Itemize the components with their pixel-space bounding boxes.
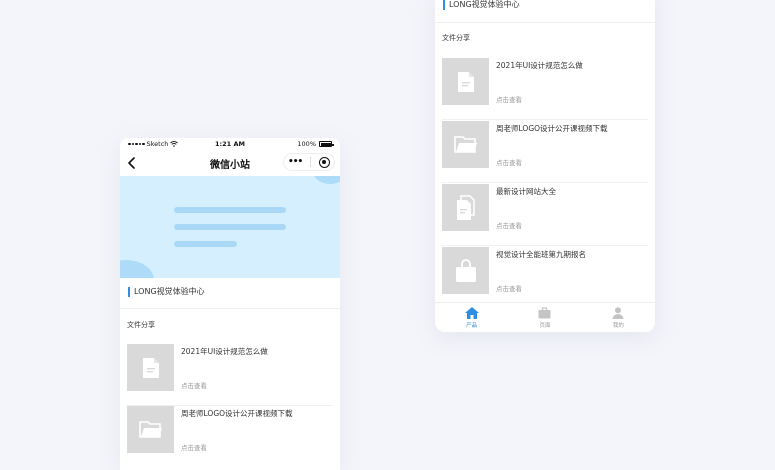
briefcase-icon bbox=[538, 307, 551, 319]
list-item[interactable]: 视觉设计全能班第九期报名 点击查看 bbox=[442, 247, 648, 309]
user-icon bbox=[612, 307, 624, 319]
list-item[interactable]: 2021年UI设计规范怎么做 点击查看 bbox=[442, 58, 648, 120]
list-item[interactable]: 2021年UI设计规范怎么做 点击查看 bbox=[127, 344, 333, 406]
view-link[interactable]: 点击查看 bbox=[181, 380, 207, 390]
tab-mine[interactable]: 我的 bbox=[582, 303, 655, 332]
tab-products[interactable]: 产品 bbox=[435, 303, 508, 332]
thumbnail bbox=[127, 344, 174, 391]
list-item[interactable]: 最新设计网站大全 点击查看 bbox=[442, 184, 648, 246]
divider bbox=[435, 22, 655, 23]
battery-label: 100% bbox=[297, 140, 316, 148]
view-link[interactable]: 点击查看 bbox=[496, 220, 522, 230]
battery: 100% bbox=[297, 140, 334, 148]
document-icon bbox=[457, 71, 474, 92]
phone-screen-left: Sketch 1:21 AM 100% 微信小站 ••• LONG视觉体验中心 … bbox=[120, 138, 340, 470]
bag-icon bbox=[455, 258, 476, 282]
item-title: 2021年UI设计规范怎么做 bbox=[496, 61, 583, 70]
section-title: LONG视觉体验中心 bbox=[128, 287, 205, 297]
files-heading: 文件分享 bbox=[127, 321, 155, 329]
view-link[interactable]: 点击查看 bbox=[496, 283, 522, 293]
folder-icon bbox=[138, 421, 162, 438]
more-dots-icon[interactable]: ••• bbox=[288, 157, 303, 167]
thumbnail bbox=[442, 247, 489, 294]
tab-pages[interactable]: 页面 bbox=[508, 303, 581, 332]
item-title: 最新设计网站大全 bbox=[496, 187, 556, 196]
thumbnail bbox=[442, 58, 489, 105]
thumbnail bbox=[127, 406, 174, 453]
divider bbox=[120, 308, 340, 309]
view-link[interactable]: 点击查看 bbox=[496, 94, 522, 104]
phone-screen-right: LONG视觉体验中心 文件分享 2021年UI设计规范怎么做 点击查看 周老师L… bbox=[435, 0, 655, 332]
divider bbox=[442, 119, 648, 120]
banner-decoration bbox=[120, 260, 154, 278]
list-item[interactable]: 周老师LOGO设计公开课视频下载 点击查看 bbox=[442, 121, 648, 183]
folder-icon bbox=[453, 136, 477, 153]
view-link[interactable]: 点击查看 bbox=[496, 157, 522, 167]
mini-program-capsule: ••• bbox=[283, 153, 335, 171]
banner-text-placeholder bbox=[174, 224, 286, 230]
battery-icon bbox=[319, 141, 334, 147]
banner-text-placeholder bbox=[174, 207, 286, 213]
documents-icon bbox=[456, 194, 475, 220]
view-link[interactable]: 点击查看 bbox=[181, 442, 207, 452]
item-title: 视觉设计全能班第九期报名 bbox=[496, 250, 586, 259]
item-title: 周老师LOGO设计公开课视频下载 bbox=[181, 409, 293, 418]
item-title: 周老师LOGO设计公开课视频下载 bbox=[496, 124, 608, 133]
banner-decoration bbox=[312, 176, 340, 184]
target-icon[interactable] bbox=[319, 156, 331, 168]
nav-bar: 微信小站 ••• bbox=[120, 152, 340, 176]
files-heading: 文件分享 bbox=[442, 34, 470, 42]
section-title: LONG视觉体验中心 bbox=[443, 0, 520, 10]
banner-text-placeholder bbox=[174, 241, 237, 247]
document-icon bbox=[142, 357, 159, 378]
divider bbox=[442, 245, 648, 246]
tab-label: 页面 bbox=[539, 323, 551, 329]
item-title: 2021年UI设计规范怎么做 bbox=[181, 347, 268, 356]
capsule-divider bbox=[310, 157, 312, 167]
divider bbox=[442, 182, 648, 183]
banner[interactable] bbox=[120, 176, 340, 278]
tab-bar: 产品 页面 我的 bbox=[435, 302, 655, 332]
home-icon bbox=[464, 307, 479, 319]
tab-label: 我的 bbox=[612, 323, 624, 329]
thumbnail bbox=[442, 121, 489, 168]
status-bar: Sketch 1:21 AM 100% bbox=[120, 138, 340, 152]
thumbnail bbox=[442, 184, 489, 231]
list-item[interactable]: 周老师LOGO设计公开课视频下载 点击查看 bbox=[127, 406, 333, 468]
tab-label: 产品 bbox=[466, 323, 478, 329]
